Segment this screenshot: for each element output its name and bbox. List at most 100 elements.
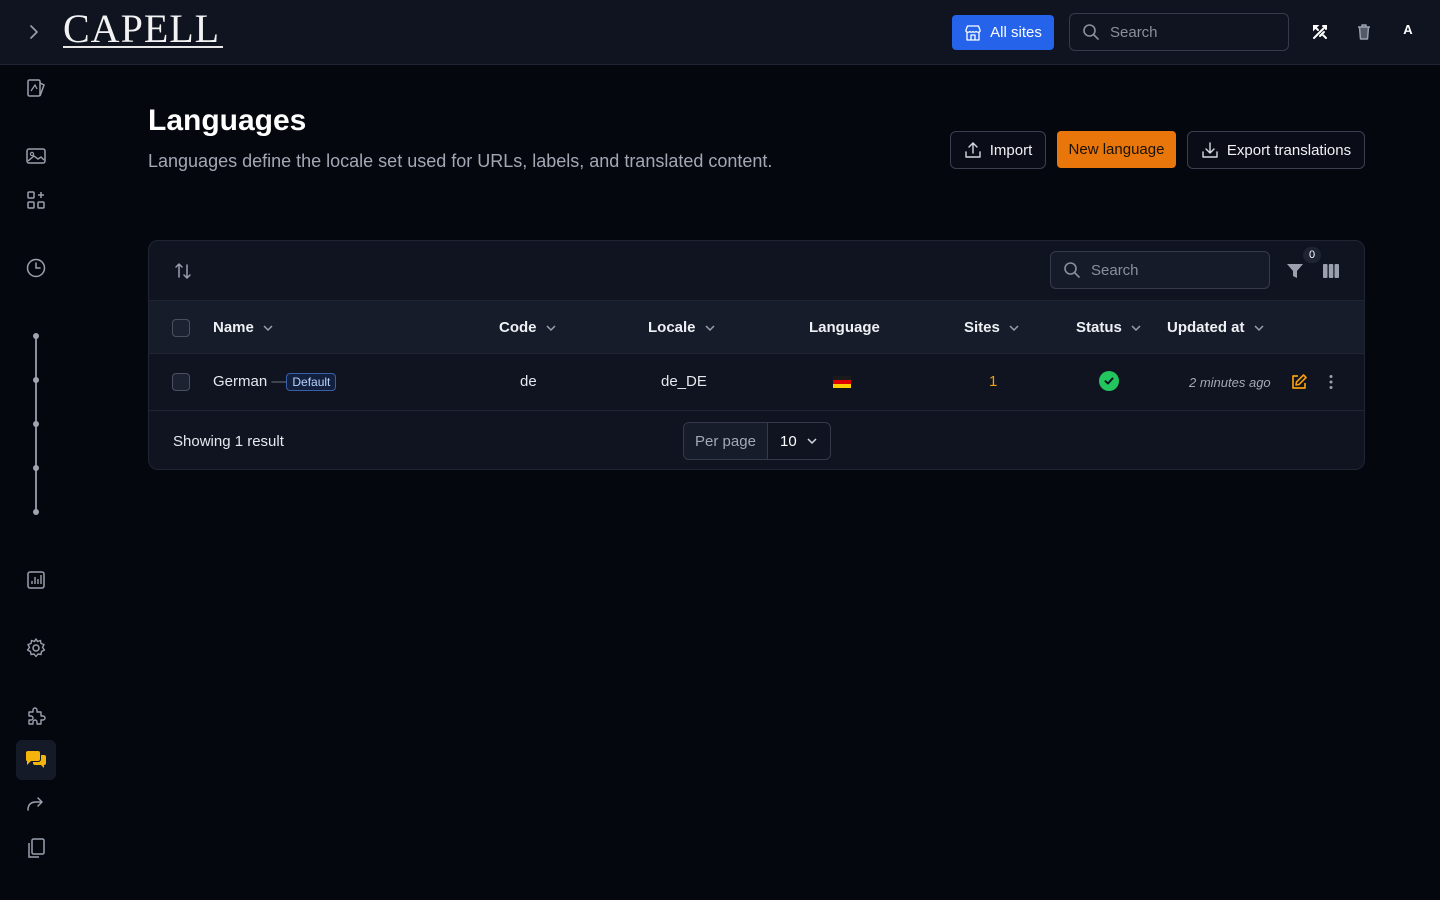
tools-icon [1313,25,1327,39]
import-label: Import [989,141,1033,159]
column-header-updated-at[interactable]: Updated at [1167,319,1265,336]
columns-toggle-button[interactable] [1319,259,1343,283]
all-sites-label: All sites [990,24,1042,41]
sidebar-item-media[interactable] [16,136,56,176]
per-page-select[interactable]: 10 [768,423,830,459]
top-bar: CAPELL All sites A [0,0,1440,65]
columns-icon [1323,264,1339,278]
puzzle-icon [28,707,46,725]
user-avatar[interactable]: A [1398,22,1418,42]
global-search-input[interactable] [1110,23,1270,41]
pages-icon [27,79,45,97]
languages-table-card: 0 Name Code Locale Language Sites Status [148,240,1365,470]
clock-icon [26,258,46,278]
export-translations-button[interactable]: Export translations [1187,131,1365,169]
all-sites-button[interactable]: All sites [952,15,1054,50]
row-checkbox[interactable] [172,373,190,391]
table-search-input[interactable] [1091,261,1251,279]
column-label: Updated at [1167,319,1245,336]
funnel-icon [1287,264,1303,278]
filter-button[interactable] [1283,259,1307,283]
cell-sites[interactable]: 1 [989,373,997,390]
logo-text: CAPELL [63,6,221,51]
default-badge: Default [286,373,337,392]
per-page-value: 10 [780,432,797,450]
expand-sidebar-button[interactable] [20,18,48,46]
column-header-language[interactable]: Language [809,319,880,336]
chart-icon [27,571,45,589]
more-vertical-icon [1329,375,1333,389]
result-count: Showing 1 result [173,433,284,450]
table-toolbar: 0 [149,241,1364,301]
edit-button[interactable] [1288,371,1310,393]
per-page-control: Per page 10 [683,422,831,460]
tree-node[interactable] [33,421,39,427]
logo[interactable]: CAPELL [63,6,223,51]
chevron-down-icon [263,324,273,331]
sidebar-item-redirects[interactable] [16,784,56,824]
column-label: Locale [648,319,696,336]
trash-button[interactable] [1352,20,1376,44]
table-footer: Showing 1 result Per page 10 [149,411,1364,469]
sidebar-item-settings[interactable] [16,628,56,668]
cell-locale: de_DE [661,373,707,390]
table-header-row: Name Code Locale Language Sites Status U… [149,301,1364,354]
column-header-code[interactable]: Code [499,319,557,336]
trash-icon [1358,24,1370,40]
cell-code: de [520,373,537,390]
table-row[interactable]: German — Default de de_DE 1 2 minutes ago [149,354,1364,411]
sidebar-item-pages[interactable] [16,68,56,108]
tree-node[interactable] [33,509,39,515]
sidebar-item-extensions[interactable] [16,696,56,736]
germany-flag-icon [833,376,851,388]
column-label: Language [809,319,880,336]
storefront-icon [965,24,981,41]
per-page-label: Per page [684,423,768,459]
global-search[interactable] [1069,13,1289,51]
column-header-locale[interactable]: Locale [648,319,716,336]
new-language-button[interactable]: New language [1057,131,1176,168]
search-icon [1064,262,1080,278]
column-header-name[interactable]: Name [213,319,274,336]
sidebar-item-blocks[interactable] [16,180,56,220]
page-title: Languages [148,104,307,137]
tree-node[interactable] [33,465,39,471]
table-search[interactable] [1050,251,1270,289]
column-header-sites[interactable]: Sites [964,319,1020,336]
column-label: Status [1076,319,1122,336]
chevron-down-icon [545,324,556,331]
download-icon [1202,142,1218,158]
select-all-checkbox[interactable] [172,319,190,337]
tree-node[interactable] [33,333,39,339]
language-name: German [213,373,268,390]
name-separator: — [271,373,287,390]
gear-icon [26,638,46,658]
row-more-button[interactable] [1320,371,1342,393]
export-label: Export translations [1226,141,1352,159]
chevron-down-icon [1131,324,1141,331]
sidebar-item-history[interactable] [16,248,56,288]
sidebar-item-languages[interactable] [16,740,56,780]
column-label: Name [213,319,254,336]
cell-name[interactable]: German — Default [213,373,337,392]
column-header-status[interactable]: Status [1076,319,1142,336]
sort-button[interactable] [171,259,195,283]
sidebar-item-analytics[interactable] [16,560,56,600]
chevron-down-icon [1253,324,1264,331]
image-icon [26,148,46,164]
tree-node[interactable] [33,377,39,383]
sidebar [0,65,72,900]
logo-underline [63,46,223,48]
import-button[interactable]: Import [950,131,1046,169]
chevron-right-icon [30,25,38,39]
chevron-down-icon [807,438,817,445]
tools-button[interactable] [1308,20,1332,44]
status-check-icon [1099,371,1119,391]
cell-updated-at: 2 minutes ago [1189,375,1271,390]
column-label: Code [499,319,537,336]
search-icon [1083,24,1099,40]
redirect-icon [27,797,43,811]
sidebar-item-copies[interactable] [16,828,56,868]
column-label: Sites [964,319,1000,336]
grid-plus-icon [27,191,45,209]
